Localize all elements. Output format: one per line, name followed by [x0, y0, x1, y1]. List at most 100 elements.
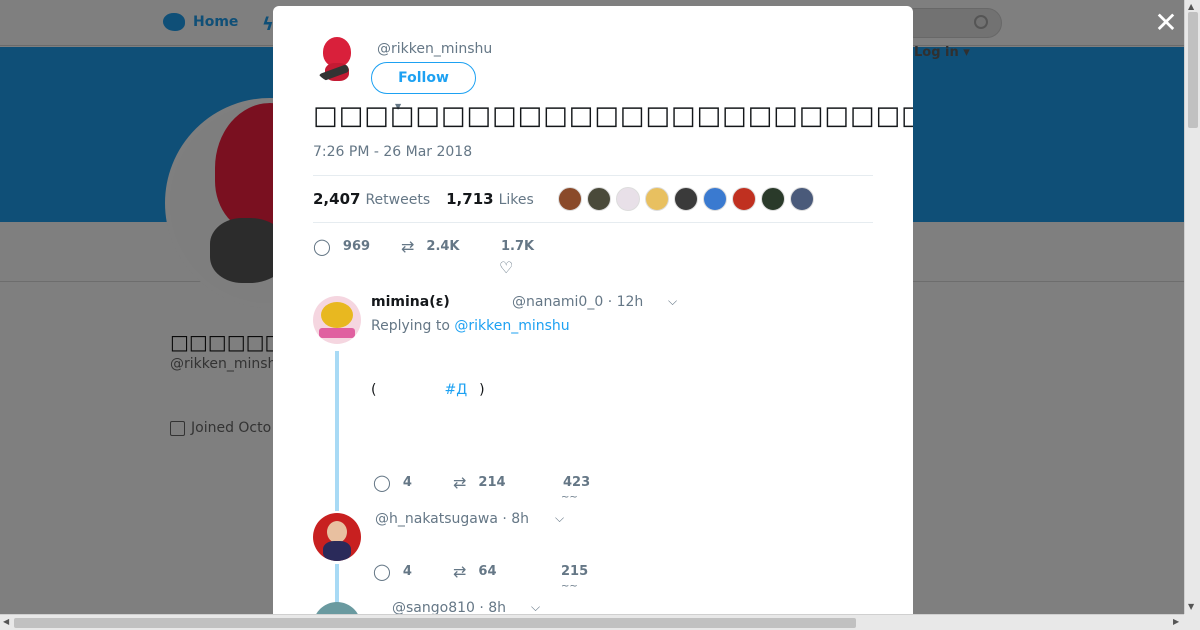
retweet-button[interactable]: ⇄ 2.4K: [401, 237, 501, 256]
horizontal-scroll-thumb[interactable]: [14, 618, 856, 628]
tweet-text: □□□□□□□□□□□□□□□□□□□□□□□□□□□□□□□□□□□□□□□□…: [313, 101, 913, 131]
reply-handle: @sango810: [392, 600, 475, 614]
nav-home-label: Home: [193, 14, 239, 30]
reply-button[interactable]: ◯ 4: [373, 473, 453, 492]
scroll-left-icon[interactable]: ◀: [3, 617, 9, 626]
close-icon[interactable]: ✕: [1154, 9, 1178, 37]
retweet-stat-label: Retweets: [365, 192, 431, 208]
reply-count: 969: [342, 238, 371, 254]
scroll-right-icon[interactable]: ▶: [1173, 617, 1179, 626]
like-animation-glyph: ~~: [561, 492, 578, 503]
likes-count: 1,713: [446, 190, 494, 208]
liker-avatar[interactable]: [789, 187, 814, 211]
like-button[interactable]: 423: [563, 475, 590, 490]
reply-text-close: ): [479, 382, 485, 398]
retweet-button[interactable]: ⇄ 214: [453, 473, 563, 492]
retweet-icon: ⇄: [453, 473, 467, 492]
profile-name: □□□□□□: [170, 330, 284, 354]
reply-actions: ◯ 4 ⇄ 64 215: [373, 562, 588, 581]
profile-handle: @rikken_minsh: [170, 356, 277, 372]
replying-to-link[interactable]: @rikken_minshu: [454, 318, 569, 334]
reply-icon: ◯: [373, 473, 391, 492]
reply-text: ( #Д): [371, 382, 485, 398]
reply-handle: @h_nakatsugawa: [375, 511, 498, 527]
retweet-stat[interactable]: 2,407 Retweets: [313, 190, 430, 208]
liker-avatar[interactable]: [586, 187, 611, 211]
twitter-bird-icon: [163, 13, 185, 31]
retweet-count: 2,407: [313, 190, 361, 208]
reply-time: · 12h: [607, 294, 644, 310]
like-count: 215: [561, 564, 589, 579]
scroll-up-icon[interactable]: ▲: [1188, 2, 1194, 11]
likes-stat[interactable]: 1,713 Likes: [446, 190, 534, 208]
vertical-scrollbar[interactable]: ▲ ▼: [1184, 0, 1200, 614]
thread-line: [335, 351, 339, 511]
horizontal-scrollbar[interactable]: ◀ ▶: [0, 614, 1184, 630]
reply-author-handle[interactable]: @nanami0_0 · 12h: [512, 294, 643, 310]
thread-line: [335, 564, 339, 604]
search-icon: [974, 15, 988, 29]
reply-text-open: (: [371, 382, 377, 398]
like-button[interactable]: 1.7K: [501, 239, 534, 254]
heart-icon[interactable]: ♡: [499, 258, 513, 277]
reply-actions: ◯ 4 ⇄ 214 423: [373, 473, 590, 492]
tweet-actions: ◯ 969 ⇄ 2.4K 1.7K: [313, 234, 534, 258]
reply-count: 4: [402, 475, 412, 490]
avatar-banner: [319, 328, 355, 338]
likes-stat-label: Likes: [498, 192, 534, 208]
retweet-count: 214: [478, 475, 506, 490]
nav-home[interactable]: Home: [163, 13, 238, 31]
like-count: 423: [563, 475, 591, 490]
author-avatar[interactable]: [313, 35, 361, 83]
hashtag-link[interactable]: #Д: [444, 382, 467, 398]
avatar-suit: [323, 541, 351, 561]
reply-icon: ◯: [313, 236, 331, 256]
avatar-figure: [321, 302, 353, 328]
like-button[interactable]: 215: [561, 564, 588, 579]
tweet-modal: @rikken_minshu Follow ▼ □□□□□□□□□□□□□□□□…: [273, 6, 913, 614]
scrollbar-corner: [1184, 614, 1200, 630]
reply-avatar[interactable]: [313, 602, 361, 614]
reply-handle: @nanami0_0: [512, 294, 604, 310]
like-action-count: 1.7K: [501, 238, 535, 254]
reply-author-handle[interactable]: @sango810 · 8h: [392, 600, 506, 614]
reply-icon: ◯: [373, 562, 391, 581]
reply-author-handle[interactable]: @h_nakatsugawa · 8h: [375, 511, 529, 527]
retweet-icon: ⇄: [401, 236, 415, 256]
calendar-icon: [170, 420, 185, 436]
tweet-timestamp[interactable]: 7:26 PM - 26 Mar 2018: [313, 144, 472, 160]
avatar-face: [327, 521, 347, 543]
scroll-down-icon[interactable]: ▼: [1188, 602, 1194, 611]
reply-time: · 8h: [479, 600, 507, 614]
vertical-scroll-thumb[interactable]: [1188, 12, 1198, 128]
reply-button[interactable]: ◯ 969: [313, 237, 401, 256]
like-animation-glyph: ~~: [561, 581, 578, 592]
replying-to: Replying to @rikken_minshu: [371, 318, 570, 334]
joined-date: Joined Octo: [170, 420, 271, 436]
reply-avatar[interactable]: [313, 296, 361, 344]
chevron-down-icon[interactable]: ⌵: [531, 600, 540, 614]
liker-avatar[interactable]: [557, 187, 582, 211]
retweet-count: 64: [478, 564, 497, 579]
joined-label: Joined Octo: [191, 420, 272, 436]
reply-avatar[interactable]: [313, 513, 361, 561]
retweet-button[interactable]: ⇄ 64: [453, 562, 561, 581]
retweet-action-count: 2.4K: [426, 238, 460, 254]
follow-button[interactable]: Follow: [371, 62, 476, 94]
author-handle[interactable]: @rikken_minshu: [377, 41, 492, 57]
reply-button[interactable]: ◯ 4: [373, 562, 453, 581]
liker-avatar[interactable]: [731, 187, 756, 211]
liker-avatar[interactable]: [760, 187, 785, 211]
liker-avatar[interactable]: [673, 187, 698, 211]
liker-avatar[interactable]: [702, 187, 727, 211]
chevron-down-icon[interactable]: ⌵: [555, 511, 564, 526]
tweet-stats: 2,407 Retweets 1,713 Likes: [313, 175, 873, 223]
reply-author-name[interactable]: mimina(ε): [371, 294, 450, 310]
liker-avatar[interactable]: [615, 187, 640, 211]
reply-count: 4: [402, 564, 412, 579]
chevron-down-icon[interactable]: ⌵: [668, 294, 677, 309]
liker-avatars: [557, 187, 814, 211]
login-link[interactable]: Log in ▾: [914, 45, 970, 60]
liker-avatar[interactable]: [644, 187, 669, 211]
reply-time: · 8h: [502, 511, 530, 527]
